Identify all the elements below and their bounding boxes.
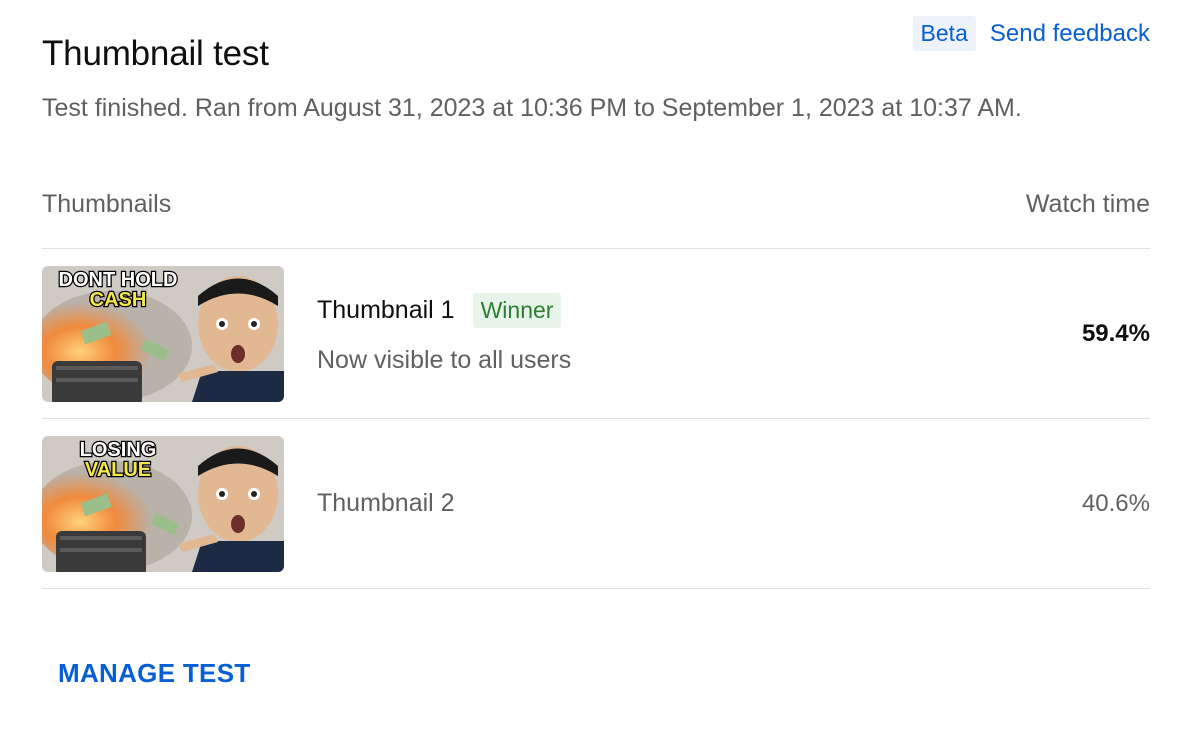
thumbnail-image: LOSING VALUE xyxy=(42,435,284,572)
thumbnail-name: Thumbnail 2 xyxy=(317,489,455,517)
column-header-watch-time: Watch time xyxy=(1025,190,1150,218)
thumbnail-caption-line2: VALUE xyxy=(85,459,151,481)
thumbnail-caption-line2: CASH xyxy=(90,289,147,311)
watch-time-value: 40.6% xyxy=(1081,489,1150,517)
test-status-text: Test finished. Ran from August 31, 2023 … xyxy=(42,94,1022,122)
thumbnail-info: Thumbnail 1 Winner Now visible to all us… xyxy=(317,292,1030,375)
thumbnail-info: Thumbnail 2 xyxy=(317,489,1030,518)
send-feedback-link[interactable]: Send feedback xyxy=(990,20,1150,48)
thumbnail-caption-line1: LOSING xyxy=(80,439,157,461)
watch-time-value: 59.4% xyxy=(1081,319,1150,347)
column-header-thumbnails: Thumbnails xyxy=(42,190,172,218)
visibility-note: Now visible to all users xyxy=(317,345,572,374)
beta-badge: Beta xyxy=(912,16,976,51)
thumbnail-test-card: Thumbnail test Beta Send feedback Test f… xyxy=(0,0,1188,732)
top-actions: Beta Send feedback xyxy=(912,16,1150,51)
thumbnail-name: Thumbnail 1 xyxy=(317,295,455,324)
winner-badge: Winner xyxy=(472,292,562,328)
thumbnail-caption-line1: DONT HOLD xyxy=(59,269,178,291)
thumbnail-image: DONT HOLD CASH xyxy=(42,265,284,402)
table-row: DONT HOLD CASH Thumbnail 1 Winner Now vi… xyxy=(42,249,1150,419)
results-table: Thumbnails Watch time DONT HOLD CASH Thu… xyxy=(42,190,1150,589)
manage-test-button[interactable]: MANAGE TEST xyxy=(58,658,251,689)
table-row: LOSING VALUE Thumbnail 2 40.6% xyxy=(42,419,1150,589)
table-header: Thumbnails Watch time xyxy=(42,190,1150,249)
page-title: Thumbnail test xyxy=(42,34,269,73)
